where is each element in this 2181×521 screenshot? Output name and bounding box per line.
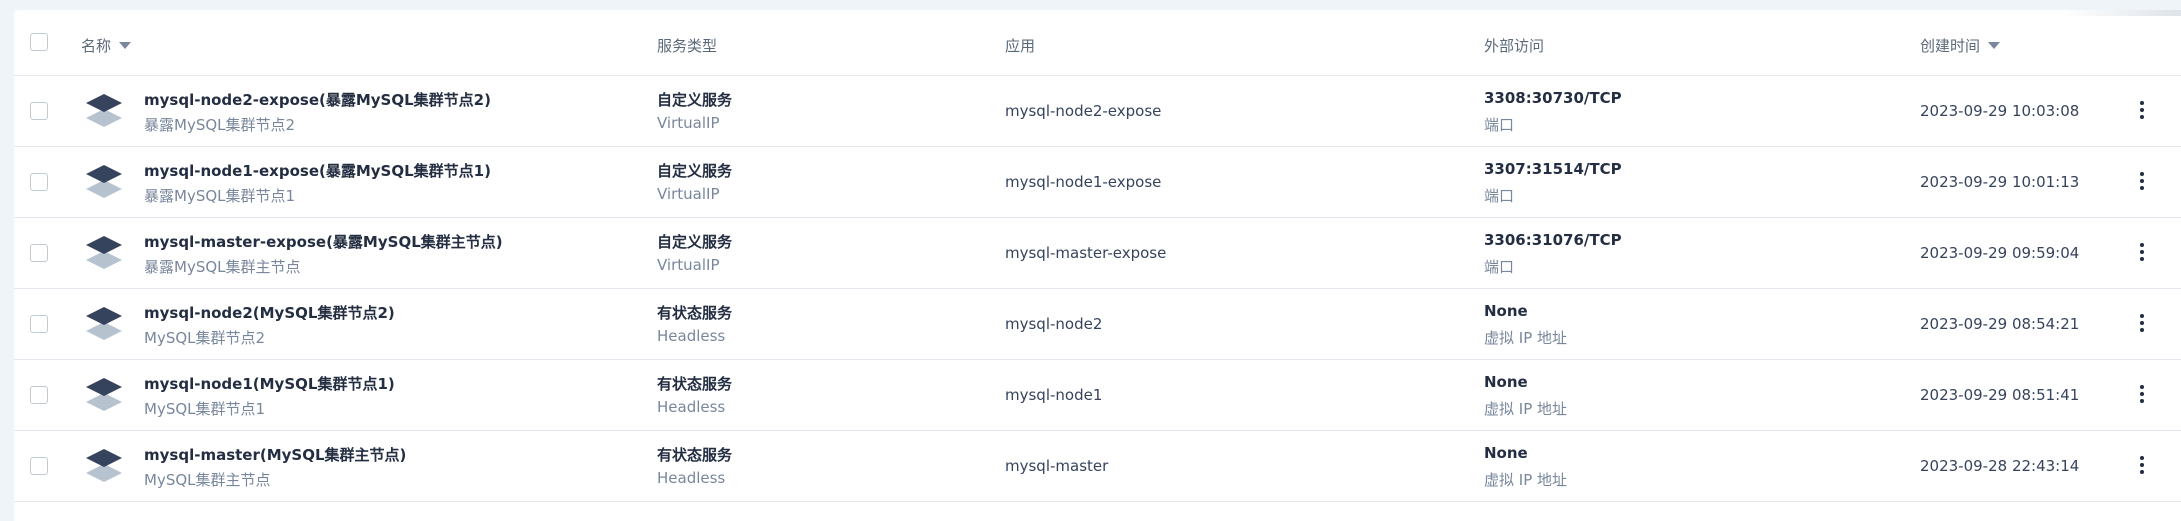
external-access: 3307:31514/TCP [1484, 160, 1622, 178]
external-access-type: 端口 [1484, 187, 1515, 205]
more-vertical-icon[interactable] [2138, 241, 2146, 263]
external-access: 3306:31076/TCP [1484, 231, 1622, 249]
created-time: 2023-09-29 08:54:21 [1920, 315, 2080, 333]
row-checkbox[interactable] [30, 315, 48, 333]
row-checkbox[interactable] [30, 244, 48, 262]
sort-down-icon[interactable] [1988, 42, 2001, 49]
service-type: 自定义服务 [657, 91, 733, 109]
service-type: 有状态服务 [657, 375, 733, 393]
header-app: 应用 [1005, 37, 1036, 55]
service-name[interactable]: mysql-node2-expose(暴露MySQL集群节点2) [144, 89, 491, 110]
row-checkbox[interactable] [30, 102, 48, 120]
service-name[interactable]: mysql-master(MySQL集群主节点) [144, 444, 406, 465]
service-type: 有状态服务 [657, 446, 733, 464]
service-subtype: VirtualIP [657, 256, 720, 274]
service-name[interactable]: mysql-node1(MySQL集群节点1) [144, 373, 395, 394]
service-name[interactable]: mysql-node2(MySQL集群节点2) [144, 302, 395, 323]
table-row[interactable]: mysql-node2(MySQL集群节点2) MySQL集群节点2 有状态服务… [14, 289, 2181, 360]
created-time: 2023-09-28 22:43:14 [1920, 457, 2080, 475]
created-time: 2023-09-29 08:51:41 [1920, 386, 2080, 404]
header-created-label: 创建时间 [1920, 37, 1981, 55]
service-stack-icon [86, 307, 122, 340]
header-name[interactable]: 名称 [81, 35, 132, 56]
created-time: 2023-09-29 10:01:13 [1920, 173, 2080, 191]
header-name-label: 名称 [81, 37, 112, 55]
service-subtype: Headless [657, 398, 726, 416]
sort-down-icon[interactable] [119, 42, 132, 49]
service-subtype: Headless [657, 469, 726, 487]
header-external-access: 外部访问 [1484, 37, 1545, 55]
external-access-type: 端口 [1484, 258, 1515, 276]
row-checkbox[interactable] [30, 173, 48, 191]
service-stack-icon [86, 236, 122, 269]
more-vertical-icon[interactable] [2138, 383, 2146, 405]
created-time: 2023-09-29 09:59:04 [1920, 244, 2080, 262]
service-app[interactable]: mysql-node1-expose [1005, 173, 1161, 191]
external-access-type: 虚拟 IP 地址 [1484, 471, 1568, 489]
external-access: None [1484, 373, 1528, 391]
header-service-type: 服务类型 [657, 37, 718, 55]
service-type: 有状态服务 [657, 304, 733, 322]
service-app[interactable]: mysql-master [1005, 457, 1108, 475]
service-description: MySQL集群节点1 [144, 400, 266, 418]
table-header: 名称 服务类型 应用 外部访问 创建时间 [14, 10, 2181, 76]
service-stack-icon [86, 378, 122, 411]
service-description: MySQL集群节点2 [144, 329, 266, 347]
service-type: 自定义服务 [657, 162, 733, 180]
service-stack-icon [86, 165, 122, 198]
service-app[interactable]: mysql-node2-expose [1005, 102, 1161, 120]
created-time: 2023-09-29 10:03:08 [1920, 102, 2080, 120]
service-subtype: VirtualIP [657, 185, 720, 203]
service-name[interactable]: mysql-node1-expose(暴露MySQL集群节点1) [144, 160, 491, 181]
select-all-checkbox[interactable] [30, 33, 48, 51]
more-vertical-icon[interactable] [2138, 99, 2146, 121]
external-access: None [1484, 302, 1528, 320]
service-subtype: VirtualIP [657, 114, 720, 132]
external-access-type: 端口 [1484, 116, 1515, 134]
row-checkbox[interactable] [30, 386, 48, 404]
service-description: 暴露MySQL集群节点1 [144, 187, 296, 205]
row-checkbox[interactable] [30, 457, 48, 475]
table-row[interactable]: mysql-node2-expose(暴露MySQL集群节点2) 暴露MySQL… [14, 76, 2181, 147]
service-app[interactable]: mysql-node2 [1005, 315, 1102, 333]
table-row[interactable]: mysql-master-expose(暴露MySQL集群主节点) 暴露MySQ… [14, 218, 2181, 289]
service-description: 暴露MySQL集群节点2 [144, 116, 296, 134]
external-access: None [1484, 444, 1528, 462]
service-description: 暴露MySQL集群主节点 [144, 258, 301, 276]
service-subtype: Headless [657, 327, 726, 345]
services-table: 名称 服务类型 应用 外部访问 创建时间 mysql-node2-expose(… [14, 10, 2181, 521]
service-app[interactable]: mysql-master-expose [1005, 244, 1166, 262]
external-access: 3308:30730/TCP [1484, 89, 1622, 107]
more-vertical-icon[interactable] [2138, 312, 2146, 334]
table-row[interactable]: mysql-master(MySQL集群主节点) MySQL集群主节点 有状态服… [14, 431, 2181, 502]
service-app[interactable]: mysql-node1 [1005, 386, 1102, 404]
service-stack-icon [86, 94, 122, 127]
external-access-type: 虚拟 IP 地址 [1484, 329, 1568, 347]
service-type: 自定义服务 [657, 233, 733, 251]
external-access-type: 虚拟 IP 地址 [1484, 400, 1568, 418]
table-row[interactable]: mysql-node1(MySQL集群节点1) MySQL集群节点1 有状态服务… [14, 360, 2181, 431]
table-row[interactable]: mysql-node1-expose(暴露MySQL集群节点1) 暴露MySQL… [14, 147, 2181, 218]
header-created[interactable]: 创建时间 [1920, 35, 2001, 56]
service-name[interactable]: mysql-master-expose(暴露MySQL集群主节点) [144, 231, 503, 252]
service-stack-icon [86, 449, 122, 482]
more-vertical-icon[interactable] [2138, 454, 2146, 476]
more-vertical-icon[interactable] [2138, 170, 2146, 192]
service-description: MySQL集群主节点 [144, 471, 271, 489]
